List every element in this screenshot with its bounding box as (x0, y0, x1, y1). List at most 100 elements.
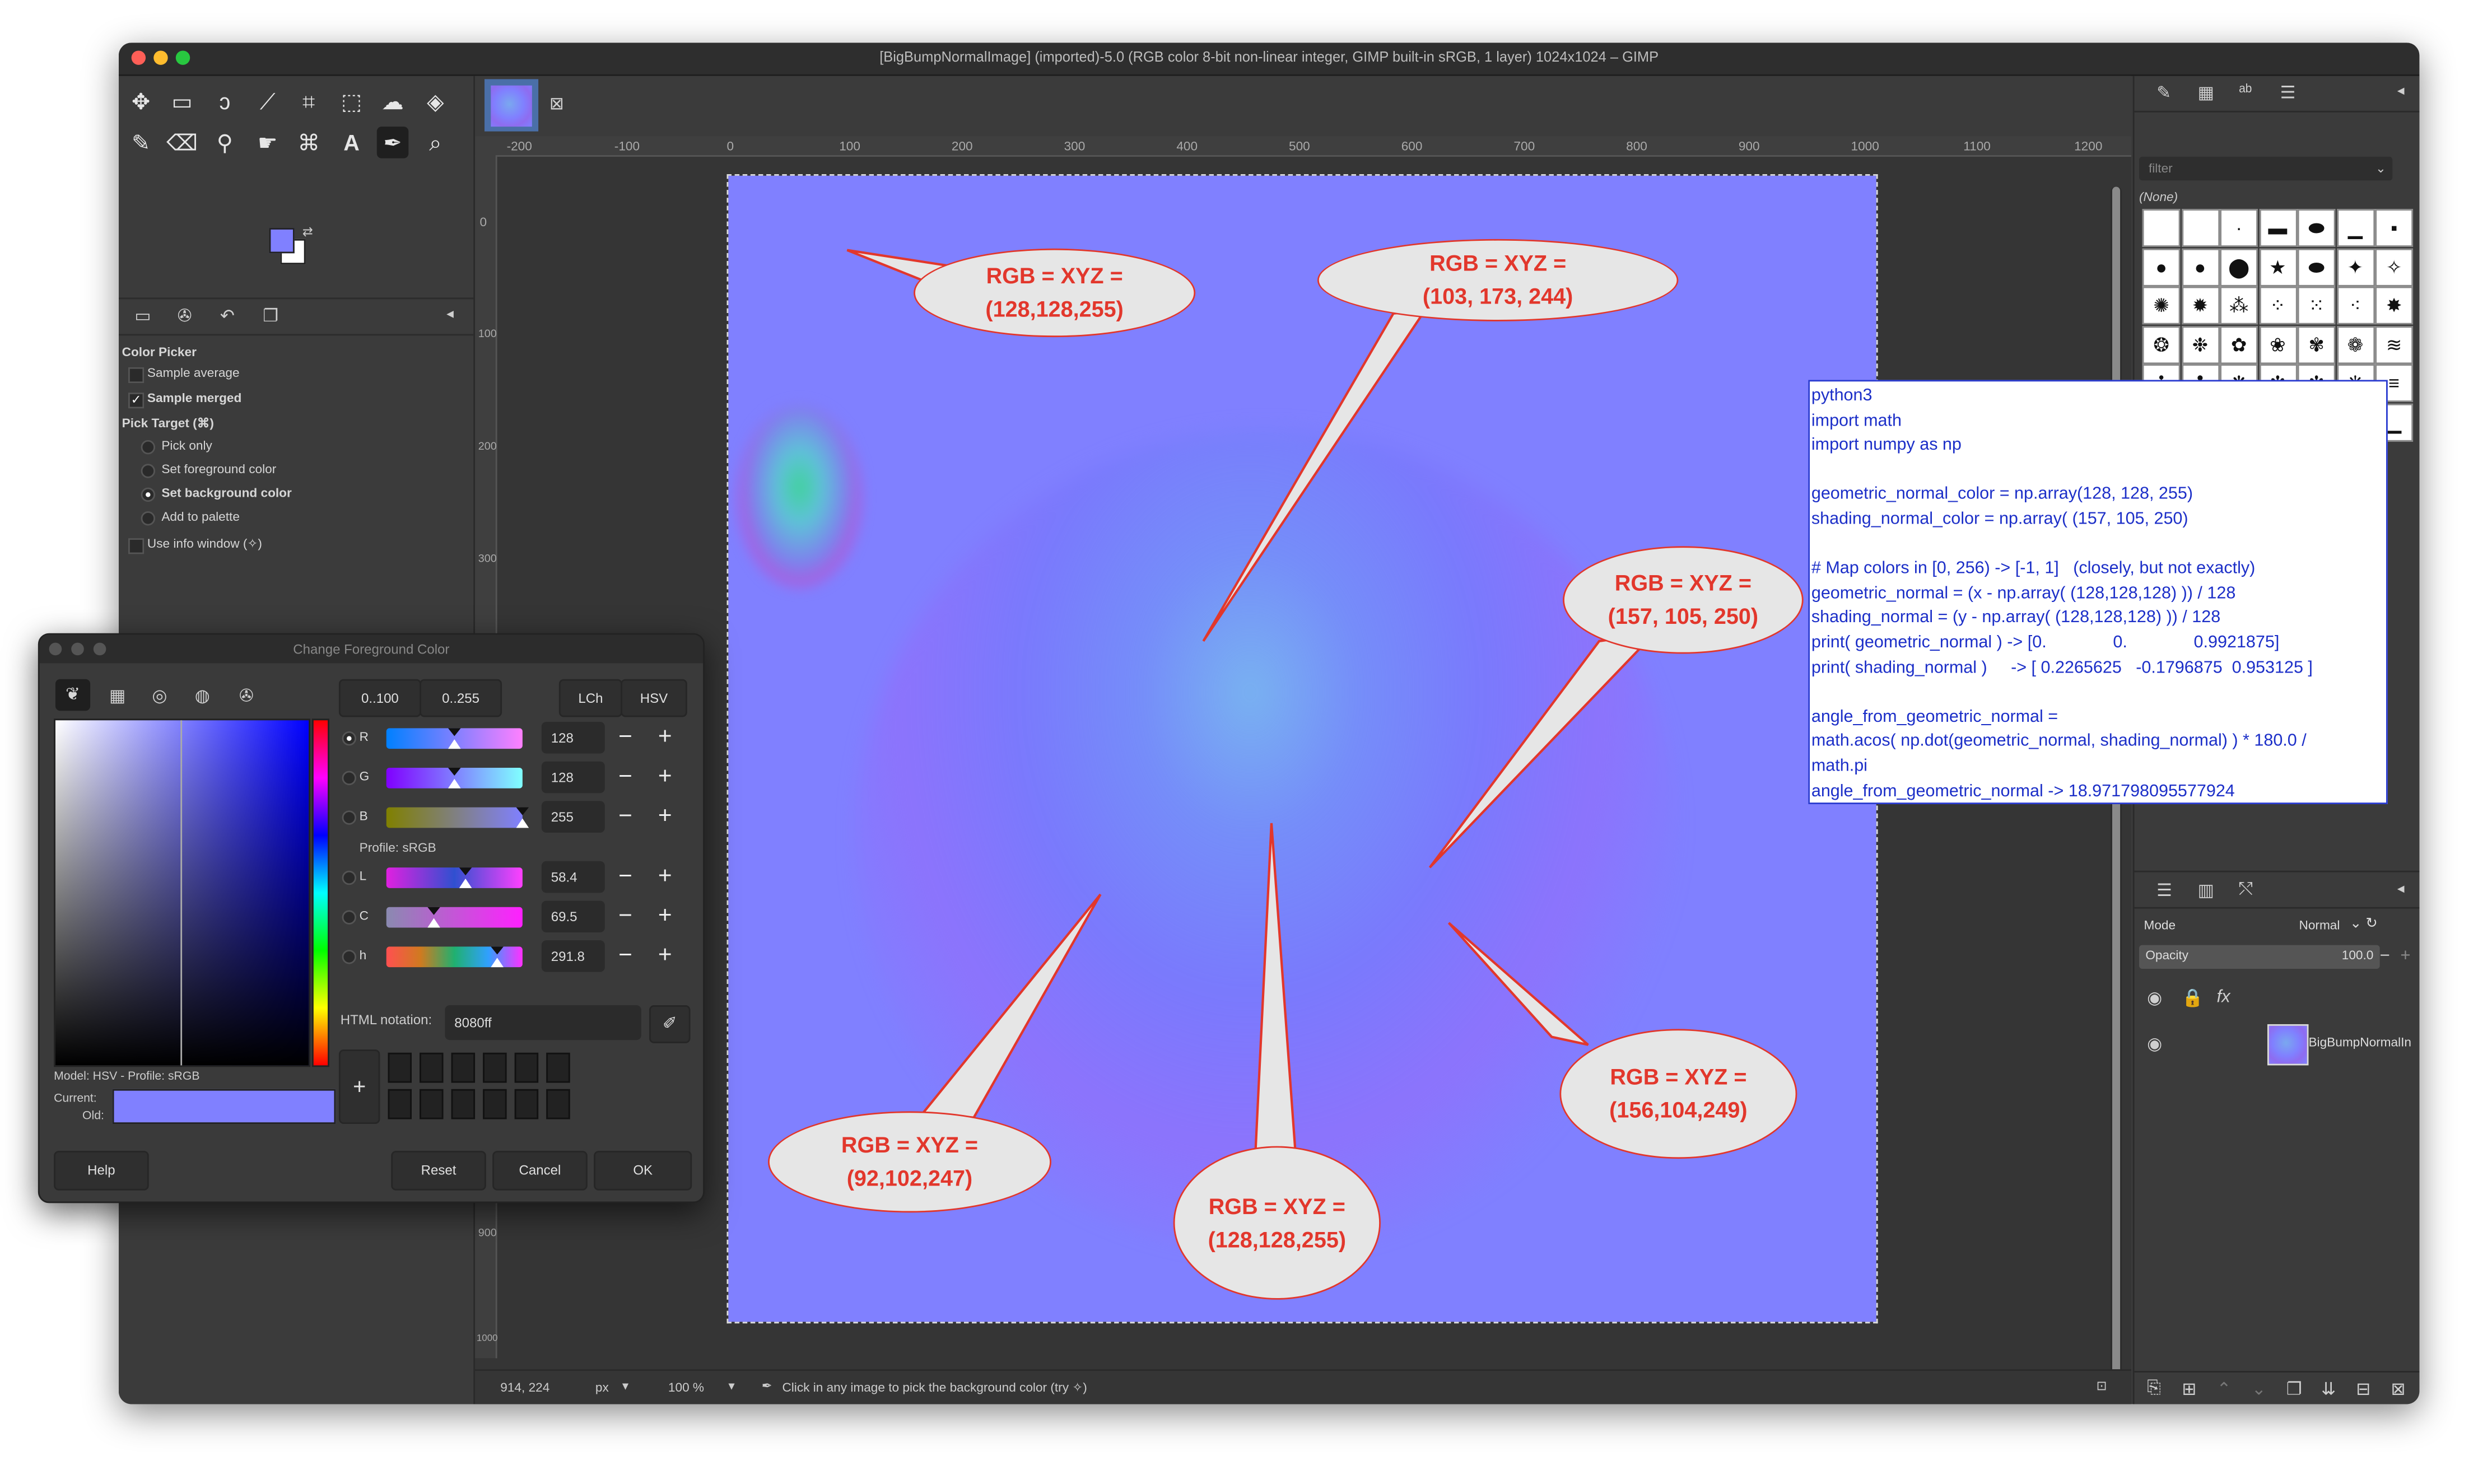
code-line: angle_from_geometric_normal = (1811, 707, 2058, 726)
channel-slider[interactable] (386, 867, 523, 888)
channel-slider[interactable] (386, 907, 523, 928)
code-line: import numpy as np (1811, 435, 1962, 455)
lch-button[interactable]: LCh (558, 679, 622, 717)
channel-slider[interactable] (386, 728, 523, 749)
scales-selector-icon[interactable]: ✇ (239, 685, 254, 706)
history-swatch[interactable] (514, 1052, 539, 1083)
add-color-history-button[interactable]: + (338, 1049, 380, 1124)
history-swatch[interactable] (388, 1052, 412, 1083)
callout-line: (156,104,249) (1609, 1096, 1748, 1123)
dialog-title-bar: Change Foreground Color (39, 634, 704, 664)
decrease-icon[interactable]: − (608, 940, 642, 972)
wheel-selector-icon[interactable]: ◍ (195, 685, 210, 706)
callout-line: (157, 105, 250) (1608, 603, 1759, 629)
html-notation-label: HTML notation: (340, 1011, 432, 1028)
channel-value-input[interactable]: 255 (541, 801, 605, 833)
range-0-255-button[interactable]: 0..255 (420, 679, 502, 717)
channel-radio[interactable] (342, 870, 357, 885)
channel-label: L (359, 869, 367, 884)
channel-label: C (359, 908, 369, 923)
channel-slider[interactable] (386, 946, 523, 968)
saturation-value-area[interactable] (54, 718, 311, 1067)
old-label: Old: (82, 1108, 104, 1123)
decrease-icon[interactable]: − (608, 762, 642, 794)
channel-radio[interactable] (342, 910, 357, 925)
slider-marker[interactable] (427, 918, 441, 928)
change-foreground-color-dialog: Change Foreground Color ❦ ▦ ◎ ◍ ✇ 0..100… (38, 633, 705, 1203)
decrease-icon[interactable]: − (608, 801, 642, 833)
history-swatch[interactable] (388, 1089, 412, 1119)
range-0-100-button[interactable]: 0..100 (338, 679, 421, 717)
slider-marker-top (516, 807, 529, 815)
channel-value-input[interactable]: 128 (541, 722, 605, 754)
decrease-icon[interactable]: − (608, 861, 642, 893)
increase-icon[interactable]: + (648, 861, 682, 893)
cmyk-selector-icon[interactable]: ▦ (109, 685, 125, 706)
channel-row-b: B 255− + (337, 801, 693, 833)
help-button[interactable]: Help (54, 1151, 149, 1191)
callout-line: RGB = XYZ = (841, 1132, 979, 1158)
callout-line: RGB = XYZ = (1429, 250, 1567, 276)
callout-line: (103, 173, 244) (1422, 283, 1573, 309)
callout-line: RGB = XYZ = (1208, 1192, 1345, 1219)
channel-value-input[interactable]: 58.4 (541, 861, 605, 893)
code-line: shading_normal_color = np.array( (157, 1… (1811, 510, 2188, 529)
slider-marker[interactable] (459, 878, 473, 888)
history-swatch[interactable] (514, 1089, 539, 1119)
decrease-icon[interactable]: − (608, 900, 642, 932)
code-line: math.acos( np.dot(geometric_normal, shad… (1811, 731, 2307, 751)
channel-label: G (359, 769, 370, 784)
hue-strip[interactable] (311, 718, 329, 1067)
channel-slider[interactable] (386, 767, 523, 788)
ok-button[interactable]: OK (594, 1151, 692, 1191)
cancel-button[interactable]: Cancel (492, 1151, 588, 1191)
html-notation-input[interactable]: 8080ff (445, 1005, 641, 1040)
history-swatch[interactable] (451, 1052, 476, 1083)
increase-icon[interactable]: + (648, 722, 682, 754)
channel-radio[interactable] (342, 810, 357, 825)
reset-button[interactable]: Reset (391, 1151, 486, 1191)
slider-marker[interactable] (448, 739, 461, 749)
increase-icon[interactable]: + (648, 762, 682, 794)
current-old-color-preview (112, 1089, 336, 1124)
code-line: angle_from_geometric_normal -> 18.971798… (1811, 781, 2235, 800)
history-swatch[interactable] (483, 1089, 507, 1119)
channel-radio[interactable] (342, 731, 357, 746)
increase-icon[interactable]: + (648, 900, 682, 932)
eyedropper-icon[interactable]: ✐ (649, 1005, 691, 1043)
callout-line: RGB = XYZ = (1614, 570, 1752, 595)
code-line: # Map colors in [0, 256) -> [-1, 1] (clo… (1811, 559, 2256, 578)
slider-marker[interactable] (448, 778, 461, 788)
channel-value-input[interactable]: 291.8 (541, 940, 605, 972)
increase-icon[interactable]: + (648, 801, 682, 833)
channel-value-input[interactable]: 69.5 (541, 900, 605, 932)
increase-icon[interactable]: + (648, 940, 682, 972)
gimp-selector-icon[interactable]: ❦ (55, 679, 91, 711)
history-swatch[interactable] (546, 1052, 570, 1083)
history-swatch[interactable] (420, 1052, 444, 1083)
callout-line: RGB = XYZ = (986, 263, 1123, 288)
history-swatch[interactable] (451, 1089, 476, 1119)
history-swatch[interactable] (420, 1089, 444, 1119)
channel-radio[interactable] (342, 950, 357, 964)
callout-tail-4 (1447, 922, 1589, 1046)
callout-bubble-2: RGB = XYZ = (103, 173, 244) (1317, 239, 1679, 321)
slider-marker[interactable] (490, 958, 503, 968)
dialog-title: Change Foreground Color (293, 641, 450, 657)
hsv-button[interactable]: HSV (621, 679, 687, 717)
history-swatch[interactable] (483, 1052, 507, 1083)
crosshair-vertical (180, 720, 183, 1066)
callout-tail-3 (1428, 631, 1658, 869)
slider-marker[interactable] (516, 818, 529, 828)
watercolor-selector-icon[interactable]: ◎ (152, 685, 167, 706)
channel-slider[interactable] (386, 807, 529, 828)
channel-label: R (359, 730, 369, 744)
channel-value-input[interactable]: 128 (541, 761, 605, 794)
history-swatch[interactable] (546, 1089, 570, 1119)
channel-radio[interactable] (342, 771, 357, 786)
decrease-icon[interactable]: − (608, 722, 642, 754)
code-line: geometric_normal_color = np.array(128, 1… (1811, 485, 2193, 504)
callout-line: (92,102,247) (846, 1165, 973, 1191)
